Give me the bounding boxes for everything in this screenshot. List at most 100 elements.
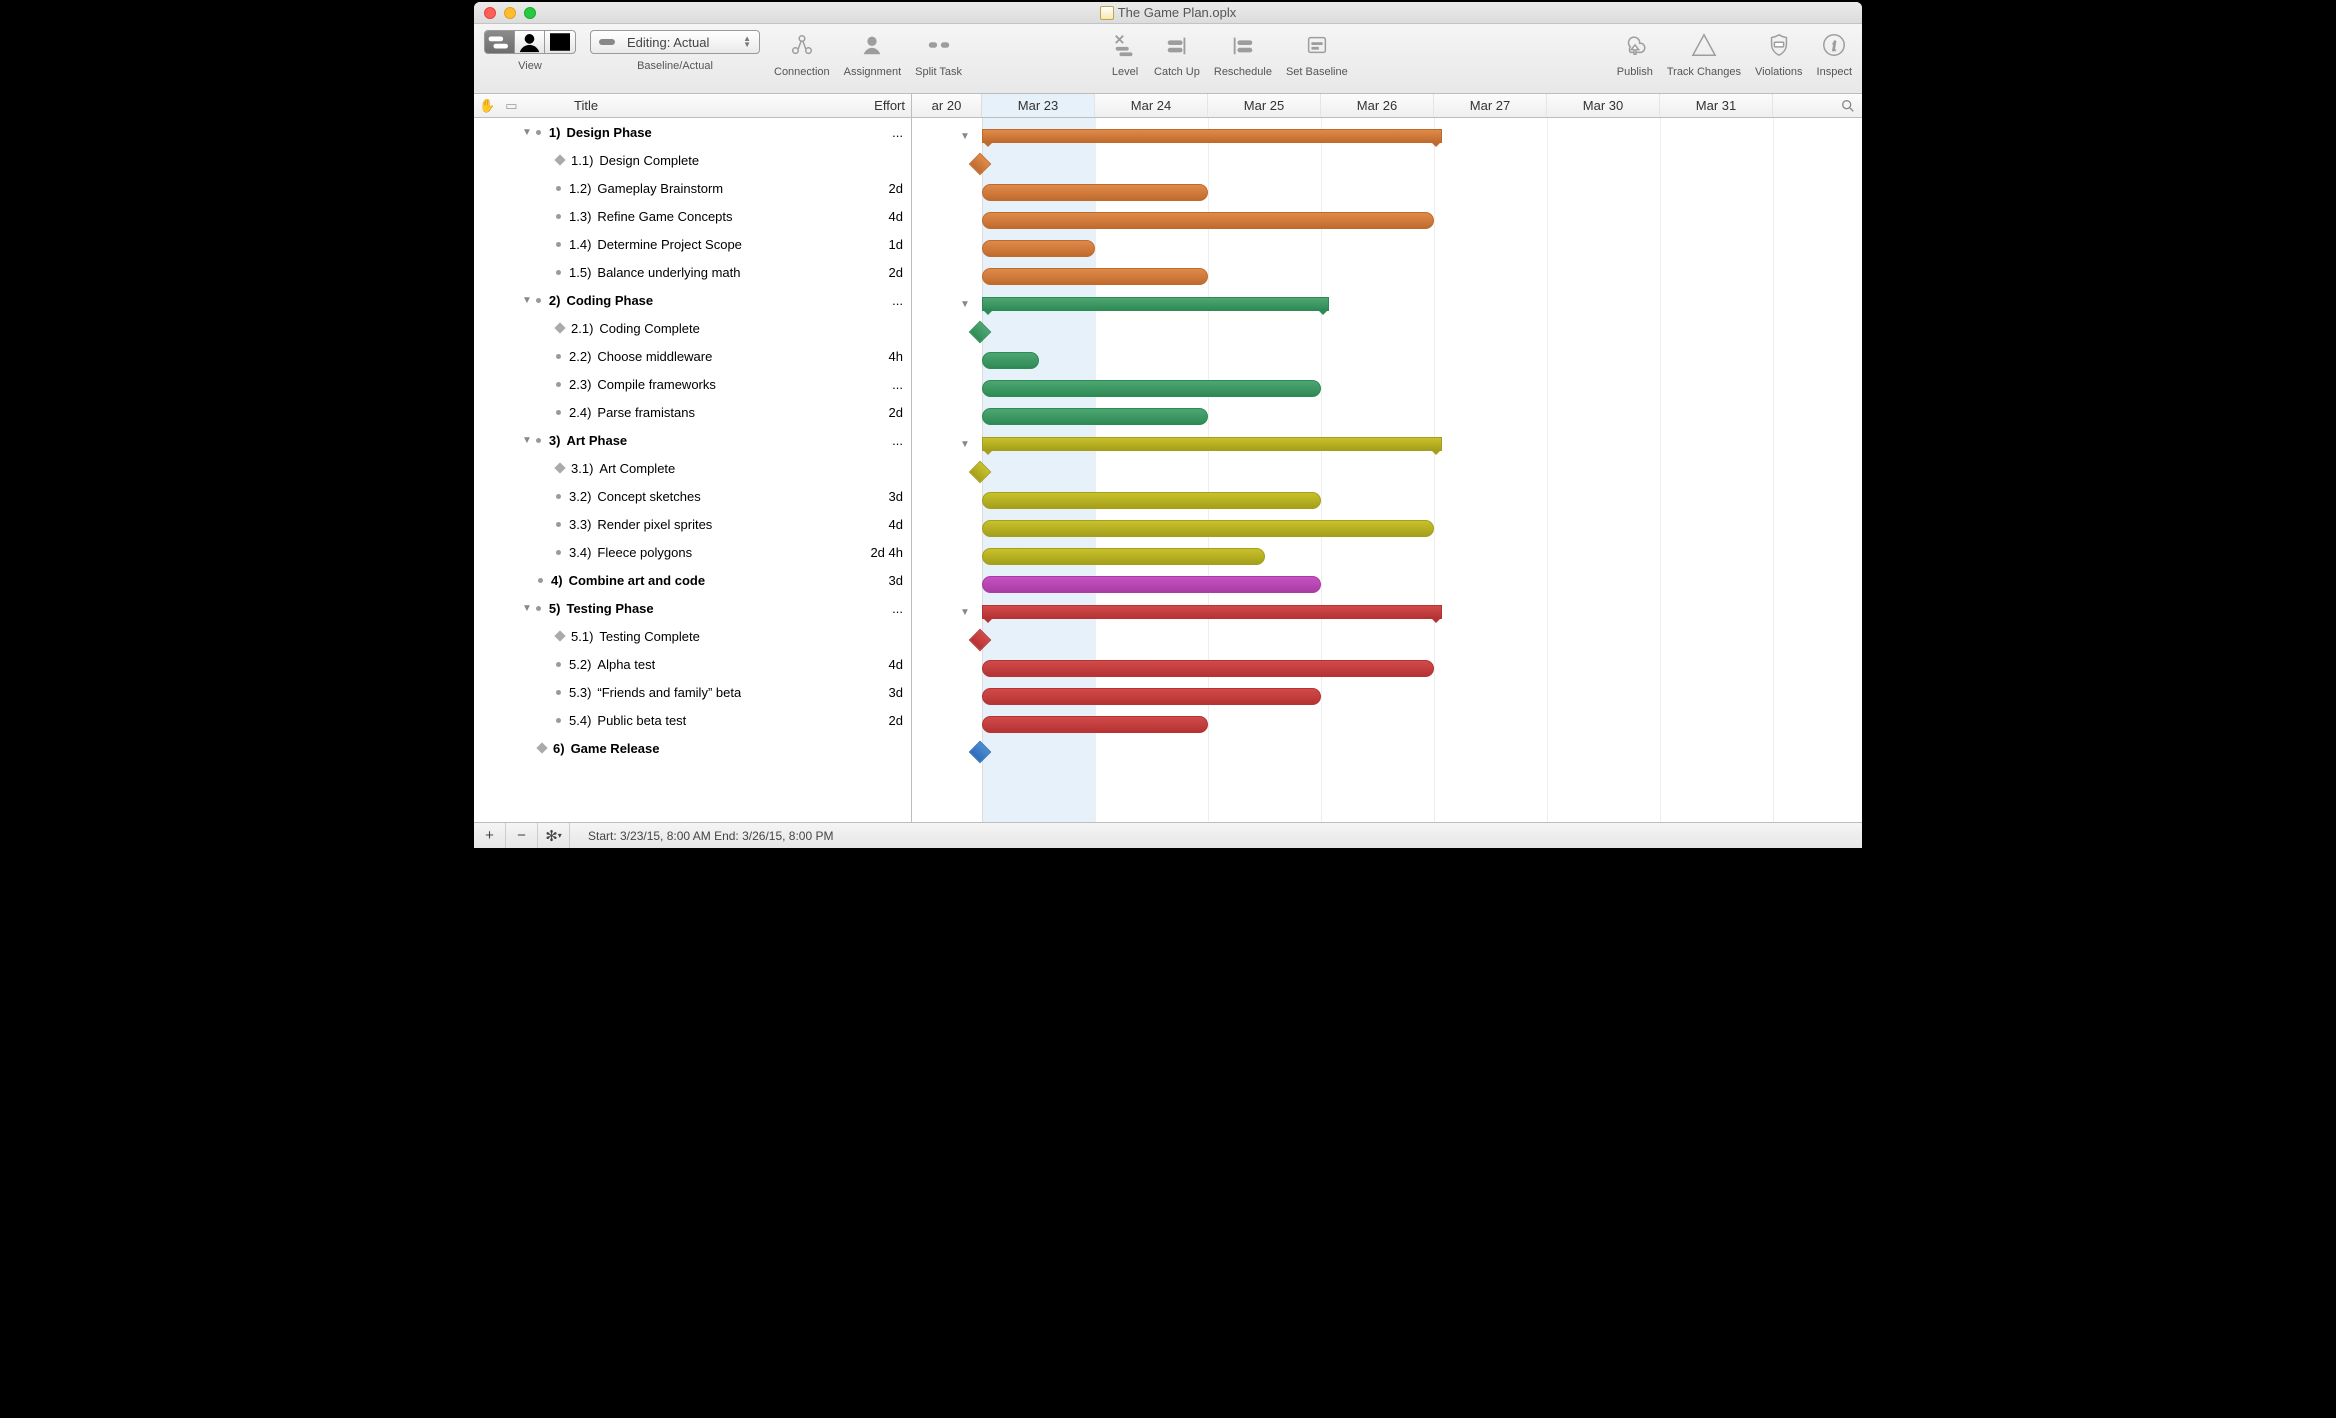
task-bar[interactable] (982, 492, 1321, 509)
reschedule-button[interactable] (1228, 30, 1258, 60)
task-row[interactable]: 2.3)Compile frameworks... (474, 370, 911, 398)
task-row[interactable]: 5.1)Testing Complete (474, 622, 911, 650)
task-row[interactable]: 5.3)“Friends and family” beta3d (474, 678, 911, 706)
day-header-partial[interactable]: ar 20 (912, 94, 982, 117)
task-row[interactable]: 1.2)Gameplay Brainstorm2d (474, 174, 911, 202)
gantt-disclosure[interactable]: ▼ (960, 131, 970, 142)
catch-up-button[interactable] (1162, 30, 1192, 60)
split-task-button[interactable] (924, 30, 954, 60)
publish-button[interactable] (1620, 30, 1650, 60)
task-row[interactable]: 3.1)Art Complete (474, 454, 911, 482)
timeline-header[interactable]: ar 20Mar 23Mar 24Mar 25Mar 26Mar 27Mar 3… (912, 94, 1862, 117)
task-number: 5.4) (569, 713, 591, 728)
task-row[interactable]: 6)Game Release (474, 734, 911, 762)
milestone-marker[interactable] (969, 321, 992, 344)
task-row[interactable]: 1.1)Design Complete (474, 146, 911, 174)
task-bar[interactable] (982, 520, 1434, 537)
track-changes-button[interactable] (1689, 30, 1719, 60)
day-header[interactable]: Mar 31 (1660, 94, 1773, 117)
task-row[interactable]: ▼5)Testing Phase... (474, 594, 911, 622)
gantt-chart[interactable]: ▼ ▼ ▼ ▼ (912, 118, 1862, 822)
task-row[interactable]: 2.4)Parse framistans2d (474, 398, 911, 426)
task-bar[interactable] (982, 660, 1434, 677)
page-icon[interactable]: ▭ (505, 98, 517, 114)
gantt-disclosure[interactable]: ▼ (960, 607, 970, 618)
task-bar[interactable] (982, 352, 1039, 369)
column-title[interactable]: Title (574, 98, 598, 113)
task-bar[interactable] (982, 212, 1434, 229)
task-title: Compile frameworks (597, 377, 715, 392)
view-calendar-button[interactable] (545, 31, 575, 53)
gantt-disclosure[interactable]: ▼ (960, 439, 970, 450)
task-row[interactable]: 5.4)Public beta test2d (474, 706, 911, 734)
day-header[interactable]: Mar 27 (1434, 94, 1547, 117)
disclosure-triangle[interactable]: ▼ (522, 127, 532, 138)
view-segmented-control[interactable] (484, 30, 576, 54)
baseline-actual-label: Baseline/Actual (637, 60, 713, 72)
task-row[interactable]: ▼2)Coding Phase... (474, 286, 911, 314)
task-row[interactable]: 1.5)Balance underlying math2d (474, 258, 911, 286)
day-header[interactable]: Mar 26 (1321, 94, 1434, 117)
task-row[interactable]: 3.4)Fleece polygons2d 4h (474, 538, 911, 566)
task-bar[interactable] (982, 184, 1208, 201)
inspect-button[interactable]: i (1819, 30, 1849, 60)
view-gantt-button[interactable] (485, 31, 515, 53)
task-row[interactable]: 1.3)Refine Game Concepts4d (474, 202, 911, 230)
milestone-marker[interactable] (969, 629, 992, 652)
assignment-button[interactable] (857, 30, 887, 60)
milestone-icon (554, 630, 565, 641)
task-number: 3.4) (569, 545, 591, 560)
task-row[interactable]: ▼1)Design Phase... (474, 118, 911, 146)
summary-bar[interactable] (982, 437, 1442, 451)
gantt-disclosure[interactable]: ▼ (960, 299, 970, 310)
task-row[interactable]: 2.2)Choose middleware4h (474, 342, 911, 370)
column-effort[interactable]: Effort (874, 98, 905, 113)
milestone-marker[interactable] (969, 461, 992, 484)
day-header[interactable]: Mar 25 (1208, 94, 1321, 117)
task-bar[interactable] (982, 380, 1321, 397)
milestone-marker[interactable] (969, 741, 992, 764)
task-bar[interactable] (982, 548, 1265, 565)
add-task-button[interactable]: + (474, 823, 506, 848)
day-header[interactable]: Mar 23 (982, 94, 1095, 117)
task-row[interactable]: 5.2)Alpha test4d (474, 650, 911, 678)
day-header[interactable]: Mar 24 (1095, 94, 1208, 117)
connection-button[interactable] (787, 30, 817, 60)
task-row[interactable]: 3.2)Concept sketches3d (474, 482, 911, 510)
task-title: Design Phase (566, 125, 651, 140)
summary-bar[interactable] (982, 297, 1329, 311)
level-button[interactable] (1110, 30, 1140, 60)
zoom-window-button[interactable] (524, 7, 536, 19)
task-row[interactable]: ▼3)Art Phase... (474, 426, 911, 454)
task-bar[interactable] (982, 576, 1321, 593)
action-menu-button[interactable]: ✻▾ (538, 823, 570, 848)
task-row[interactable]: 4)Combine art and code3d (474, 566, 911, 594)
task-bar[interactable] (982, 716, 1208, 733)
task-row[interactable]: 1.4)Determine Project Scope1d (474, 230, 911, 258)
day-header[interactable]: Mar 30 (1547, 94, 1660, 117)
task-bar[interactable] (982, 688, 1321, 705)
view-resources-button[interactable] (515, 31, 545, 53)
set-baseline-button[interactable] (1302, 30, 1332, 60)
task-effort: 4d (889, 657, 903, 672)
summary-bar[interactable] (982, 129, 1442, 143)
zoom-icon[interactable] (1840, 98, 1856, 117)
disclosure-triangle[interactable]: ▼ (522, 603, 532, 614)
task-row[interactable]: 2.1)Coding Complete (474, 314, 911, 342)
remove-task-button[interactable]: − (506, 823, 538, 848)
milestone-marker[interactable] (969, 153, 992, 176)
task-bar[interactable] (982, 408, 1208, 425)
hand-icon[interactable]: ✋ (479, 98, 495, 114)
baseline-actual-combo[interactable]: Editing: Actual ▲▼ (590, 30, 760, 54)
task-row[interactable]: 3.3)Render pixel sprites4d (474, 510, 911, 538)
close-window-button[interactable] (484, 7, 496, 19)
summary-bar[interactable] (982, 605, 1442, 619)
disclosure-triangle[interactable]: ▼ (522, 435, 532, 446)
task-outline[interactable]: ▼1)Design Phase...1.1)Design Complete1.2… (474, 118, 912, 822)
minimize-window-button[interactable] (504, 7, 516, 19)
task-bar[interactable] (982, 268, 1208, 285)
violations-button[interactable] (1764, 30, 1794, 60)
task-effort: 3d (889, 573, 903, 588)
disclosure-triangle[interactable]: ▼ (522, 295, 532, 306)
task-bar[interactable] (982, 240, 1095, 257)
